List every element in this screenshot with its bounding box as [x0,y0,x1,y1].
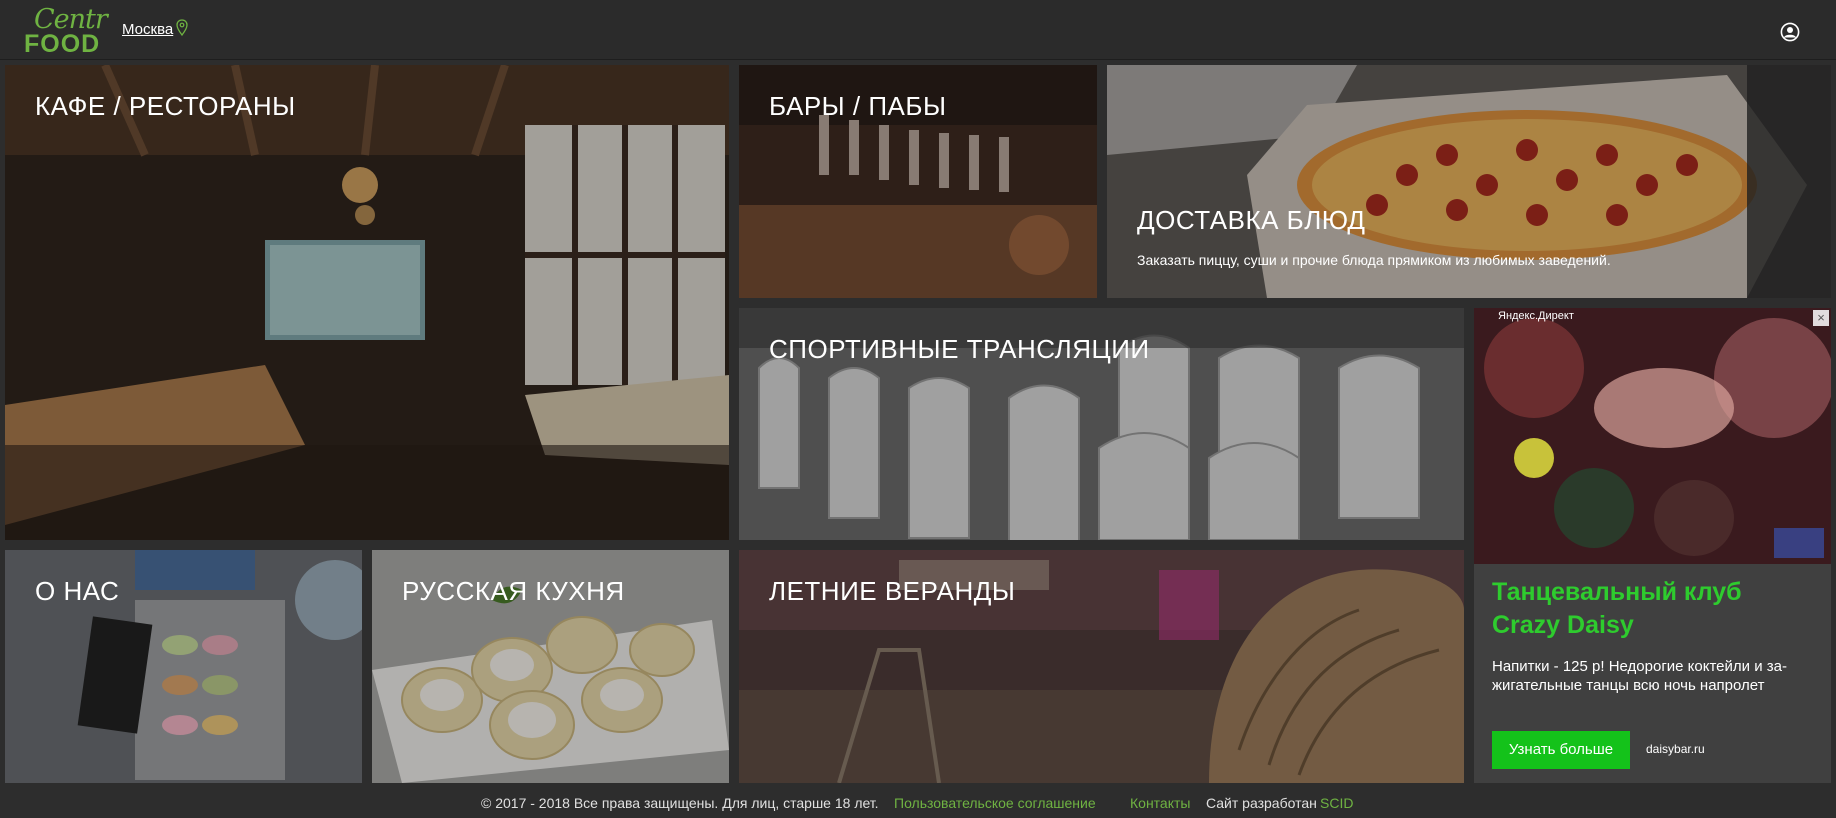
logo[interactable]: Centr FOOD [24,4,108,58]
footer-developer-text: Сайт разработан [1206,795,1317,811]
ad-image[interactable]: Яндекс.Директ × [1474,308,1831,564]
footer-terms-link[interactable]: Пользовательское соглашение [894,795,1096,811]
tile-title: КАФЕ / РЕСТОРАНЫ [35,91,296,121]
tile-food-delivery[interactable]: ДОСТАВКА БЛЮД Заказать пиццу, суши и про… [1107,65,1831,298]
user-account-icon[interactable] [1780,22,1800,42]
ad-source-label: Яндекс.Директ [1498,310,1574,322]
ad-text: Напитки - 125 р! Недорогие коктейли и за… [1492,658,1787,694]
location-pin-icon[interactable] [176,19,188,37]
tile-summer-verandas[interactable]: ЛЕТНИЕ ВЕРАНДЫ [739,550,1464,783]
tile-title: БАРЫ / ПАБЫ [769,91,947,121]
footer: © 2017 - 2018 Все права защищены. Для ли… [0,788,1836,818]
tile-description: Заказать пиццу, суши и прочие блюда прям… [1137,252,1611,268]
footer-developer-link[interactable]: SCID [1320,795,1353,811]
tile-cafe-restaurants[interactable]: КАФЕ / РЕСТОРАНЫ [5,65,729,540]
advertisement[interactable]: Яндекс.Директ × Танцевальный клуб Crazy … [1474,308,1831,783]
tile-bars-pubs[interactable]: БАРЫ / ПАБЫ [739,65,1097,298]
ad-learn-more-button[interactable]: Узнать больше [1492,731,1630,769]
footer-contacts-link[interactable]: Контакты [1130,795,1190,811]
tile-russian-cuisine[interactable]: РУССКАЯ КУХНЯ [372,550,729,783]
tile-title: ЛЕТНИЕ ВЕРАНДЫ [769,576,1016,606]
footer-copyright: © 2017 - 2018 Все права защищены. Для ли… [481,795,879,811]
tile-title: ДОСТАВКА БЛЮД [1137,205,1366,235]
city-selector[interactable]: Москва [122,21,173,38]
ad-photo [1474,308,1831,564]
header: Centr FOOD Москва [0,0,1836,60]
logo-bottom-text: FOOD [24,30,101,58]
tile-title: О НАС [35,576,120,606]
ad-domain[interactable]: daisybar.ru [1646,742,1705,756]
ad-title[interactable]: Танцевальный клуб Crazy Daisy [1492,576,1812,642]
tile-title: РУССКАЯ КУХНЯ [402,576,625,606]
close-icon[interactable]: × [1813,310,1829,326]
tile-title: СПОРТИВНЫЕ ТРАНСЛЯЦИИ [769,334,1150,364]
tile-overlay [5,65,729,540]
tile-sports-broadcasts[interactable]: СПОРТИВНЫЕ ТРАНСЛЯЦИИ [739,308,1464,540]
tile-about-us[interactable]: О НАС [5,550,362,783]
